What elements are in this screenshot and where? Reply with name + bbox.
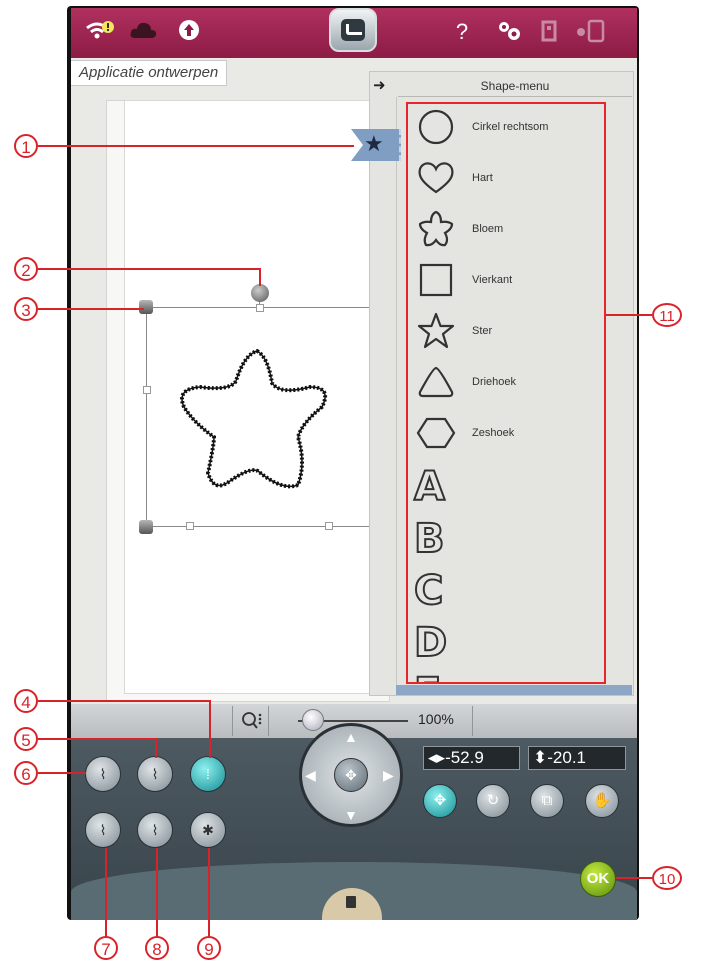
callout-4: 4 <box>14 689 38 713</box>
callout-10: 10 <box>652 866 682 890</box>
letter-item[interactable]: B <box>413 515 445 563</box>
letter-item[interactable]: D <box>413 619 448 667</box>
stitch-button-satin-small[interactable]: ⌇ <box>85 756 121 792</box>
edge-handle-bottom-right[interactable] <box>325 522 333 530</box>
zoom-slider-knob[interactable] <box>302 709 324 731</box>
gears-icon[interactable] <box>495 18 525 52</box>
arrow-left-icon[interactable]: ◀ <box>305 767 316 784</box>
rotate-handle[interactable] <box>251 284 269 302</box>
callout-line-4 <box>38 700 210 702</box>
stitch-button-satin-medium[interactable]: ⌇ <box>137 756 173 792</box>
shape-label: Ster <box>472 325 493 337</box>
stitch-button-straight[interactable]: ⁞ <box>190 756 226 792</box>
letter-item[interactable]: E <box>413 669 442 682</box>
home-button[interactable] <box>329 8 377 52</box>
position-y-field[interactable]: ⬍-20.1 <box>528 746 626 770</box>
rotate-button[interactable]: ↻ <box>476 784 510 818</box>
shape-label: Bloem <box>472 223 504 235</box>
shape-label: Driehoek <box>472 376 517 388</box>
stitch-button-zigzag[interactable]: ⌇ <box>137 812 173 848</box>
callout-2: 2 <box>14 257 38 281</box>
callout-line-8 <box>156 848 158 938</box>
center-move-button[interactable]: ✥ <box>334 758 368 792</box>
embroidery-unit-icon <box>535 18 565 52</box>
zoom-separator <box>268 706 269 736</box>
callout-line-10 <box>616 877 652 879</box>
shape-menu-title: Shape-menu <box>480 79 550 93</box>
callout-line-6 <box>38 772 86 774</box>
upload-icon[interactable] <box>174 18 204 50</box>
tablet-icon <box>571 18 605 52</box>
callout-line-4-stem <box>209 700 211 758</box>
zoom-separator <box>472 706 473 736</box>
wifi-warning-icon[interactable] <box>85 18 115 50</box>
shape-label: Vierkant <box>472 274 513 286</box>
callout-3: 3 <box>14 297 38 321</box>
callout-line-2-stem <box>259 268 261 286</box>
page-title: Applicatie ontwerpen <box>71 60 228 86</box>
pan-hand-button[interactable]: ✋ <box>585 784 619 818</box>
zoom-value: 100% <box>418 711 454 727</box>
arrow-down-icon[interactable]: ▼ <box>344 807 358 823</box>
star-stitch-shape <box>180 348 327 489</box>
stitch-button-satin-wide[interactable]: ⌇ <box>85 812 121 848</box>
callout-line-2 <box>38 268 260 270</box>
callout-5: 5 <box>14 727 38 751</box>
help-button[interactable]: ? <box>447 18 477 46</box>
square-icon <box>419 263 453 297</box>
callout-line-11 <box>606 314 652 316</box>
callout-7: 7 <box>94 936 118 960</box>
cloud-icon[interactable] <box>129 18 159 50</box>
heart-icon <box>418 162 454 194</box>
callout-11: 11 <box>652 303 682 327</box>
shape-label: Cirkel rechtsom <box>472 121 549 133</box>
edge-handle-top[interactable] <box>256 304 264 312</box>
callout-8: 8 <box>145 936 169 960</box>
zoom-options-icon[interactable] <box>241 710 263 732</box>
zoom-separator <box>232 706 233 736</box>
edge-handle-bottom-left[interactable] <box>186 522 194 530</box>
callout-line-9 <box>208 848 210 938</box>
shape-label: Zeshoek <box>472 427 515 439</box>
callout-1: 1 <box>14 134 38 158</box>
callout-6: 6 <box>14 761 38 785</box>
hexagon-icon <box>416 417 456 449</box>
panel-side-divider <box>396 97 397 687</box>
flower-icon <box>418 210 454 247</box>
panel-divider <box>398 96 632 97</box>
ok-button[interactable]: OK <box>580 861 616 897</box>
callout-line-7 <box>105 848 107 938</box>
move-button[interactable]: ✥ <box>423 784 457 818</box>
callout-line-1 <box>38 145 354 147</box>
letter-item[interactable]: A <box>413 463 446 511</box>
callout-line-3 <box>38 308 144 310</box>
callout-line-5-stem <box>155 738 157 758</box>
position-x-field[interactable]: ◂▸-52.9 <box>423 746 520 770</box>
shape-label: Hart <box>472 172 493 184</box>
panel-bottom-bar <box>396 685 632 695</box>
scale-button[interactable]: ⧉ <box>530 784 564 818</box>
circle-icon <box>418 109 454 145</box>
arrow-right-icon[interactable]: ▶ <box>383 767 394 784</box>
home-icon <box>341 19 365 41</box>
stitch-button-decorative[interactable]: ✱ <box>190 812 226 848</box>
callout-line-5 <box>38 738 156 740</box>
collapse-arrow-icon[interactable]: ➜ <box>373 76 386 94</box>
resize-handle-top-left[interactable] <box>139 300 153 314</box>
resize-handle-bottom-left[interactable] <box>139 520 153 534</box>
callout-9: 9 <box>197 936 221 960</box>
star-outline-icon <box>417 312 455 349</box>
shape-list: Cirkel rechtsom Hart Bloem Vierkant Ster… <box>406 102 606 684</box>
star-icon: ★ <box>364 131 384 156</box>
triangle-icon <box>418 366 454 398</box>
arrow-up-icon[interactable]: ▲ <box>344 729 358 745</box>
edge-handle-left[interactable] <box>143 386 151 394</box>
book-icon <box>346 896 356 908</box>
letter-item[interactable]: C <box>413 567 444 615</box>
